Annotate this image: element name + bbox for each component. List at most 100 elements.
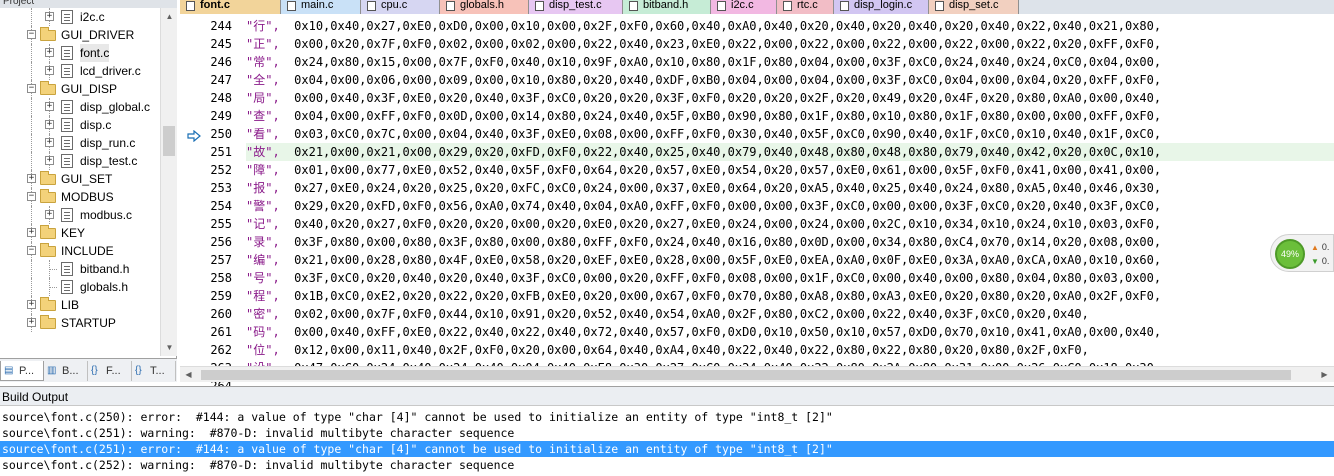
code-editor[interactable]: "行", 0x10,0x40,0x27,0xE0,0xD0,0x00,0x10,… xyxy=(246,14,1334,366)
expand-icon[interactable]: + xyxy=(27,174,36,183)
scroll-left-arrow-icon[interactable]: ◀ xyxy=(180,366,197,383)
tree-file[interactable]: + font.c xyxy=(0,44,160,62)
tree-folder[interactable]: − MODBUS xyxy=(0,188,160,206)
code-line[interactable]: "常", 0x24,0x80,0x15,0x00,0x7F,0xF0,0x40,… xyxy=(246,53,1334,71)
expand-icon[interactable]: + xyxy=(45,138,54,147)
scroll-up-arrow-icon[interactable]: ▲ xyxy=(161,8,178,25)
editor-tab[interactable]: globals.h xyxy=(440,0,529,14)
tree-item-label: font.c xyxy=(80,44,110,62)
code-line-current[interactable]: "故", 0x21,0x00,0x21,0x00,0x29,0x20,0xFD,… xyxy=(246,143,1334,161)
tree-guide-line xyxy=(31,62,32,80)
expand-icon[interactable]: + xyxy=(45,120,54,129)
line-number: 248 xyxy=(210,91,232,105)
tree-file[interactable]: bitband.h xyxy=(0,260,160,278)
string-char: 编 xyxy=(253,253,266,267)
expand-icon[interactable]: + xyxy=(27,318,36,327)
code-line[interactable]: "程", 0x1B,0xC0,0xE2,0x20,0x22,0x20,0xFB,… xyxy=(246,287,1334,305)
build-output-line[interactable]: source\font.c(251): warning: #870-D: inv… xyxy=(0,425,1334,441)
editor-tab[interactable]: cpu.c xyxy=(361,0,440,14)
code-line[interactable]: "密", 0x02,0x00,0x7F,0xF0,0x44,0x10,0x91,… xyxy=(246,305,1334,323)
build-output-line[interactable]: source\font.c(250): error: #144: a value… xyxy=(0,409,1334,425)
editor-tab[interactable]: disp_test.c xyxy=(529,0,623,14)
tree-folder[interactable]: + STARTUP xyxy=(0,314,160,332)
tree-file[interactable]: + modbus.c xyxy=(0,206,160,224)
tree-file[interactable]: + disp_global.c xyxy=(0,98,160,116)
editor-tab[interactable]: font.c xyxy=(180,0,281,14)
expand-icon[interactable]: + xyxy=(45,102,54,111)
code-line[interactable]: "全", 0x04,0x00,0x06,0x00,0x09,0x00,0x10,… xyxy=(246,71,1334,89)
editor-tab[interactable]: disp_login.c xyxy=(834,0,929,14)
expand-icon[interactable]: + xyxy=(45,48,54,57)
tree-folder[interactable]: − INCLUDE xyxy=(0,242,160,260)
code-line[interactable]: "局", 0x00,0x40,0x3F,0xE0,0x20,0x40,0x3F,… xyxy=(246,89,1334,107)
templates-icon: {} xyxy=(135,365,142,376)
panel-tab-label: T... xyxy=(150,365,165,377)
file-icon xyxy=(935,1,944,11)
code-line[interactable]: "录", 0x3F,0x80,0x00,0x80,0x3F,0x80,0x00,… xyxy=(246,233,1334,251)
tree-folder[interactable]: + LIB xyxy=(0,296,160,314)
tree-folder[interactable]: + KEY xyxy=(0,224,160,242)
project-tree-scrollbar[interactable]: ▲ ▼ xyxy=(160,8,177,356)
network-gauge-widget[interactable]: 49% ▲ 0. ▼ 0. xyxy=(1270,234,1334,272)
tree-file[interactable]: + lcd_driver.c xyxy=(0,62,160,80)
build-output-line[interactable]: source\font.c(252): warning: #870-D: inv… xyxy=(0,457,1334,473)
expand-icon[interactable]: + xyxy=(45,66,54,75)
scroll-thumb[interactable] xyxy=(163,126,175,156)
code-line[interactable]: "障", 0x01,0x00,0x77,0xE0,0x52,0x40,0x5F,… xyxy=(246,161,1334,179)
code-line[interactable]: "警", 0x29,0x20,0xFD,0xF0,0x56,0xA0,0x74,… xyxy=(246,197,1334,215)
build-output-line[interactable]: source\font.c(251): error: #144: a value… xyxy=(0,441,1334,457)
code-line[interactable]: "号", 0x3F,0xC0,0x20,0x40,0x20,0x40,0x3F,… xyxy=(246,269,1334,287)
scroll-thumb[interactable] xyxy=(201,370,1291,380)
scroll-down-arrow-icon[interactable]: ▼ xyxy=(161,339,178,356)
code-line[interactable]: "编", 0x21,0x00,0x28,0x80,0x4F,0xE0,0x58,… xyxy=(246,251,1334,269)
string-char: 常 xyxy=(253,55,266,69)
code-line[interactable]: "行", 0x10,0x40,0x27,0xE0,0xD0,0x00,0x10,… xyxy=(246,17,1334,35)
expand-icon[interactable]: + xyxy=(27,228,36,237)
scroll-right-arrow-icon[interactable]: ▶ xyxy=(1316,366,1333,383)
collapse-icon[interactable]: − xyxy=(27,246,36,255)
file-icon xyxy=(367,1,376,11)
expand-icon[interactable]: + xyxy=(45,210,54,219)
collapse-icon[interactable]: − xyxy=(27,84,36,93)
editor-tab[interactable]: disp_set.c xyxy=(929,0,1019,14)
tree-file[interactable]: + disp.c xyxy=(0,116,160,134)
tree-file[interactable]: + disp_run.c xyxy=(0,134,160,152)
string-quote: ", xyxy=(265,37,295,51)
collapse-icon[interactable]: − xyxy=(27,192,36,201)
tree-folder[interactable]: − GUI_DISP xyxy=(0,80,160,98)
tree-file[interactable]: + disp_test.c xyxy=(0,152,160,170)
line-number: 260 xyxy=(210,307,232,321)
collapse-icon[interactable]: − xyxy=(27,30,36,39)
editor-tab[interactable]: i2c.c xyxy=(711,0,777,14)
code-line[interactable]: "报", 0x27,0xE0,0x24,0x20,0x25,0x20,0xFC,… xyxy=(246,179,1334,197)
file-icon xyxy=(287,1,296,11)
code-line[interactable]: "位", 0x12,0x00,0x11,0x40,0x2F,0xF0,0x20,… xyxy=(246,341,1334,359)
folder-icon xyxy=(40,297,56,311)
build-output-pane[interactable]: source\font.c(250): error: #144: a value… xyxy=(0,406,1334,476)
tree-file[interactable]: globals.h xyxy=(0,278,160,296)
code-line[interactable]: "记", 0x40,0x20,0x27,0xF0,0x20,0x20,0x00,… xyxy=(246,215,1334,233)
editor-tab[interactable]: bitband.h xyxy=(623,0,711,14)
hex-bytes: 0x02,0x00,0x7F,0xF0,0x44,0x10,0x91,0x20,… xyxy=(294,307,1089,321)
tree-file[interactable]: + i2c.c xyxy=(0,8,160,26)
expand-icon[interactable]: + xyxy=(45,12,54,21)
tree-folder[interactable]: − GUI_DRIVER xyxy=(0,26,160,44)
expand-icon[interactable]: + xyxy=(45,156,54,165)
panel-tab-books[interactable]: ▥ B... xyxy=(44,361,88,381)
code-line[interactable]: "正", 0x00,0x20,0x7F,0xF0,0x02,0x00,0x02,… xyxy=(246,35,1334,53)
panel-tab-functions[interactable]: {} F... xyxy=(88,361,132,381)
string-quote: ", xyxy=(265,55,295,69)
code-line[interactable]: "设", 0x47,0xC0,0x24,0x40,0x24,0x40,0x04,… xyxy=(246,359,1334,366)
code-line[interactable]: "码", 0x00,0x40,0xFF,0xE0,0x22,0x40,0x22,… xyxy=(246,323,1334,341)
panel-tab-templates[interactable]: {} T... xyxy=(132,361,176,381)
editor-horizontal-scrollbar[interactable]: ◀ ▶ xyxy=(180,366,1334,382)
code-line[interactable]: "查", 0x04,0x00,0xFF,0xF0,0x0D,0x00,0x14,… xyxy=(246,107,1334,125)
tree-folder[interactable]: + GUI_SET xyxy=(0,170,160,188)
string-char: 障 xyxy=(253,163,266,177)
editor-tab[interactable]: main.c xyxy=(281,0,361,14)
panel-tab-project[interactable]: ▤ P... xyxy=(0,361,44,381)
expand-icon[interactable]: + xyxy=(27,300,36,309)
code-line[interactable]: "看", 0x03,0xC0,0x7C,0x00,0x04,0x40,0x3F,… xyxy=(246,125,1334,143)
editor-tab[interactable]: rtc.c xyxy=(777,0,834,14)
editor-tab-label: globals.h xyxy=(460,0,505,11)
